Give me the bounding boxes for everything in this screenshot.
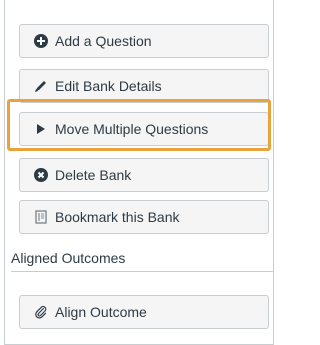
x-circle-icon <box>33 167 49 183</box>
align-outcome-button[interactable]: Align Outcome <box>19 295 269 329</box>
bookmark-bank-button[interactable]: Bookmark this Bank <box>19 200 269 234</box>
edit-bank-details-button[interactable]: Edit Bank Details <box>19 69 269 103</box>
align-outcome-label: Align Outcome <box>55 304 147 320</box>
section-divider <box>11 271 273 272</box>
delete-bank-label: Delete Bank <box>55 167 132 183</box>
paperclip-icon <box>33 304 49 320</box>
bookmark-icon <box>33 209 49 225</box>
plus-circle-icon <box>33 33 49 49</box>
aligned-outcomes-heading: Aligned Outcomes <box>11 250 126 266</box>
bookmark-bank-label: Bookmark this Bank <box>55 209 180 225</box>
play-triangle-icon <box>33 121 49 137</box>
add-question-label: Add a Question <box>55 33 152 49</box>
add-question-button[interactable]: Add a Question <box>19 24 269 58</box>
pencil-icon <box>33 78 49 94</box>
question-bank-sidebar: Add a Question Edit Bank Details Move Mu… <box>4 0 274 345</box>
move-multiple-questions-label: Move Multiple Questions <box>55 121 209 137</box>
move-multiple-questions-button[interactable]: Move Multiple Questions <box>19 112 269 146</box>
delete-bank-button[interactable]: Delete Bank <box>19 158 269 192</box>
edit-bank-details-label: Edit Bank Details <box>55 78 162 94</box>
